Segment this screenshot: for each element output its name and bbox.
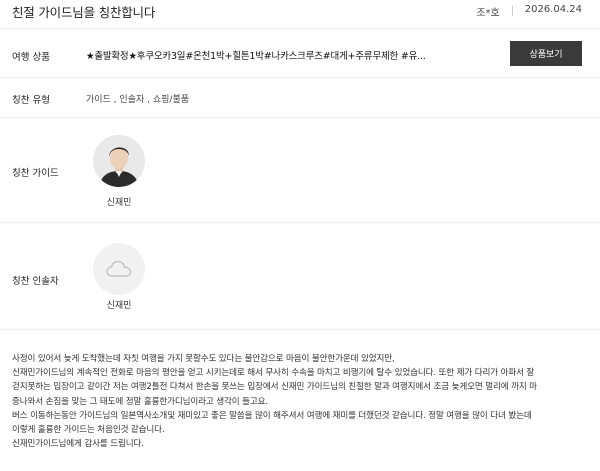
praise-type-label: 칭찬 유형 (12, 95, 50, 106)
praise-escort-label: 칭찬 인솔자 (12, 276, 59, 287)
content-line: 중나와서 손짐을 맞는 그 태도에 정말 훌륭한가디님이라고 생각이 들고요. (12, 396, 268, 407)
product-label: 여행 상품 (12, 52, 50, 63)
guide-name: 신재민 (106, 198, 132, 208)
content-line: 신재민가이드님에게 감사를 드립니다. (12, 439, 144, 450)
escort-name: 신재민 (106, 301, 132, 311)
praise-type-value: 가이드 , 인솔자 , 쇼핑/불품 (86, 95, 189, 105)
content-line: 걷지못하는 입장이고 같이간 저는 여행2틀전 다쳐서 한손을 못쓰는 입장에서… (12, 382, 537, 393)
content-line: 사정이 있어서 늦게 도착했는데 자칫 여행을 가지 못할수도 있다는 불안감으… (12, 354, 395, 364)
content-line: 버스 이동하는동안 가이드님의 일본역사소개및 재미있고 좋은 말씀을 많이 해… (12, 410, 532, 421)
product-row: 여행 상품 ★출발확정★후쿠오카3일#온천1박+힐튼1박#나카스크루즈#대게+주… (0, 29, 600, 78)
praise-guide-row: 칭찬 가이드 신재민 (0, 118, 600, 223)
review-meta: 조*호 2026.04.24 (476, 2, 582, 19)
review-header: 친절 가이드님을 칭찬합니다 조*호 2026.04.24 (0, 0, 600, 30)
view-product-button[interactable]: 상품보기 (510, 41, 582, 66)
review-detail-page: 친절 가이드님을 칭찬합니다 조*호 2026.04.24 여행 상품 ★출발확… (0, 0, 600, 471)
meta-divider (511, 6, 513, 16)
review-date: 2026.04.24 (524, 4, 582, 15)
guide-portrait-icon (93, 135, 145, 187)
cloud-placeholder-icon (106, 260, 132, 277)
escort-avatar-placeholder (93, 243, 145, 295)
praise-guide-label: 칭찬 가이드 (12, 168, 59, 179)
review-title: 친절 가이드님을 칭찬합니다 (12, 5, 156, 20)
praise-type-row: 칭찬 유형 가이드 , 인솔자 , 쇼핑/불품 (0, 78, 600, 118)
product-name[interactable]: ★출발확정★후쿠오카3일#온천1박+힐튼1박#나카스크루즈#대게+주류무제한 #… (86, 48, 426, 62)
praise-escort-row: 칭찬 인솔자 신재민 (0, 223, 600, 330)
content-line: 이렇게 훌륭한 가이드는 처음인것 같습니다. (12, 425, 165, 436)
review-content: 사정이 있어서 늦게 도착했는데 자칫 여행을 가지 못할수도 있다는 불안감으… (12, 352, 586, 451)
guide-avatar (93, 135, 145, 187)
content-line: 신재민가이드님의 계속적인 전화로 마음의 평안을 얻고 시키는데로 해서 무사… (12, 368, 535, 379)
review-author: 조*호 (476, 8, 500, 19)
